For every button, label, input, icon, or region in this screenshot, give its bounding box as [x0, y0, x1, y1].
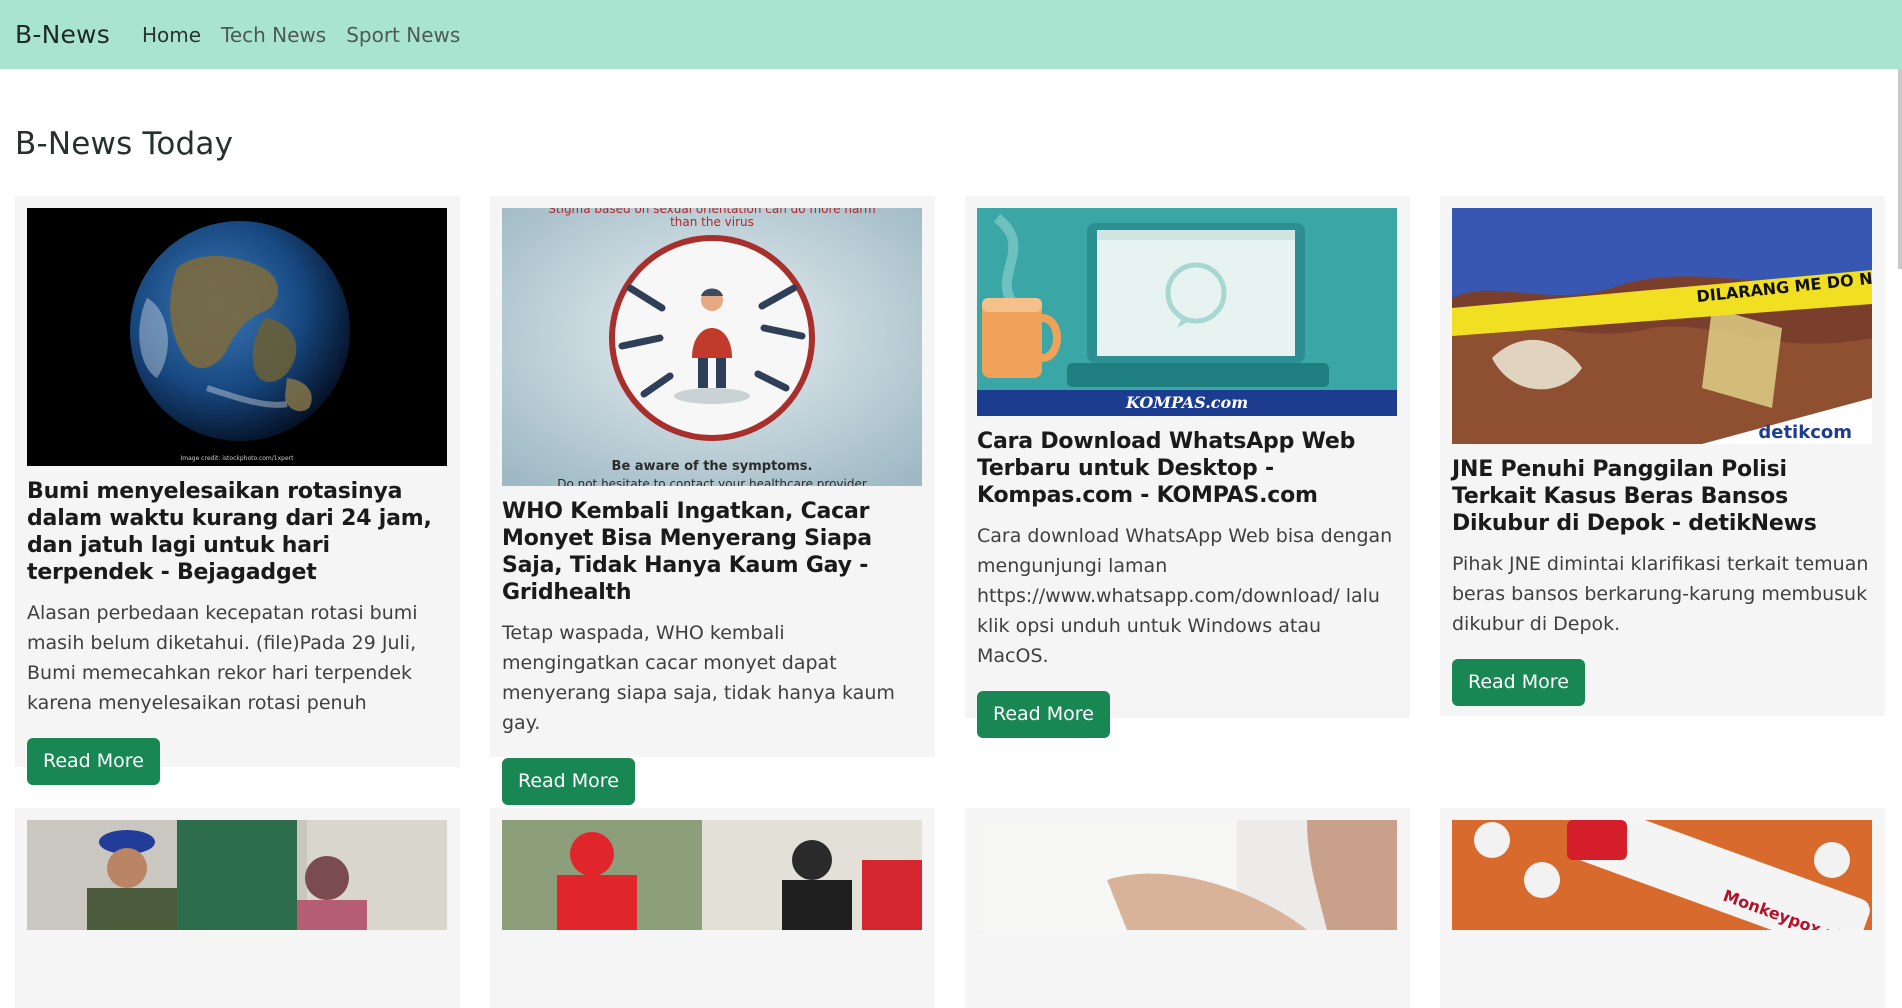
brand-logo[interactable]: B-News — [15, 20, 110, 49]
page-title: B-News Today — [15, 126, 234, 162]
read-more-button[interactable]: Read More — [502, 758, 635, 805]
article-card — [15, 808, 460, 1008]
article-title[interactable]: JNE Penuhi Panggilan Polisi Terkait Kasu… — [1452, 456, 1873, 537]
article-card — [965, 808, 1410, 1008]
top-navbar: B-News Home Tech News Sport News — [0, 0, 1902, 69]
nav-link-tech-news[interactable]: Tech News — [221, 23, 326, 47]
article-image-monkeypox[interactable]: Monkeypox virus — [1452, 820, 1872, 930]
article-title[interactable]: Cara Download WhatsApp Web Terbaru untuk… — [977, 428, 1398, 509]
kompas-logo: KOMPAS.com — [1125, 393, 1248, 412]
article-card: Image credit: istockphoto.com/1xpert Bum… — [15, 196, 460, 785]
article-title[interactable]: Bumi menyelesaikan rotasinya dalam waktu… — [27, 478, 448, 586]
image-bottom-text-2: Do not hesitate to contact your healthca… — [557, 477, 867, 486]
read-more-button[interactable]: Read More — [27, 738, 160, 785]
article-description: Cara download WhatsApp Web bisa dengan m… — [977, 525, 1393, 667]
article-description: Pihak JNE dimintai klarifikasi terkait t… — [1452, 553, 1869, 635]
image-bottom-text: Be aware of the symptoms. — [612, 459, 813, 474]
article-image-soldier[interactable] — [27, 820, 447, 930]
article-image-who[interactable]: Stigma based on sexual orientation can d… — [502, 208, 922, 486]
article-image-people[interactable] — [502, 820, 922, 930]
image-credit: Image credit: istockphoto.com/1xpert — [180, 455, 294, 462]
article-image-jne[interactable]: DILARANG ME DO NOT CR detikcom — [1452, 208, 1872, 444]
article-title[interactable]: WHO Kembali Ingatkan, Cacar Monyet Bisa … — [502, 498, 923, 606]
article-image-earth[interactable]: Image credit: istockphoto.com/1xpert — [27, 208, 447, 466]
detik-logo: detikcom — [1758, 422, 1852, 443]
read-more-button[interactable]: Read More — [977, 691, 1110, 738]
article-card: Monkeypox virus — [1440, 808, 1885, 1008]
article-card: DILARANG ME DO NOT CR detikcom JNE Penuh… — [1440, 196, 1885, 716]
nav-link-home[interactable]: Home — [142, 23, 201, 47]
read-more-button[interactable]: Read More — [1452, 659, 1585, 706]
article-image-whatsapp[interactable]: KOMPAS.com — [977, 208, 1397, 416]
image-top-text-2: than the virus — [670, 215, 754, 229]
article-card: KOMPAS.com Cara Download WhatsApp Web Te… — [965, 196, 1410, 738]
article-image-skin[interactable] — [977, 820, 1397, 930]
article-card: Stigma based on sexual orientation can d… — [490, 196, 935, 805]
article-card — [490, 808, 935, 1008]
article-description: Alasan perbedaan kecepatan rotasi bumi m… — [27, 602, 418, 714]
nav-link-sport-news[interactable]: Sport News — [346, 23, 460, 47]
article-description: Tetap waspada, WHO kembali mengingatkan … — [502, 622, 895, 734]
vertical-scrollbar[interactable] — [1898, 69, 1902, 269]
